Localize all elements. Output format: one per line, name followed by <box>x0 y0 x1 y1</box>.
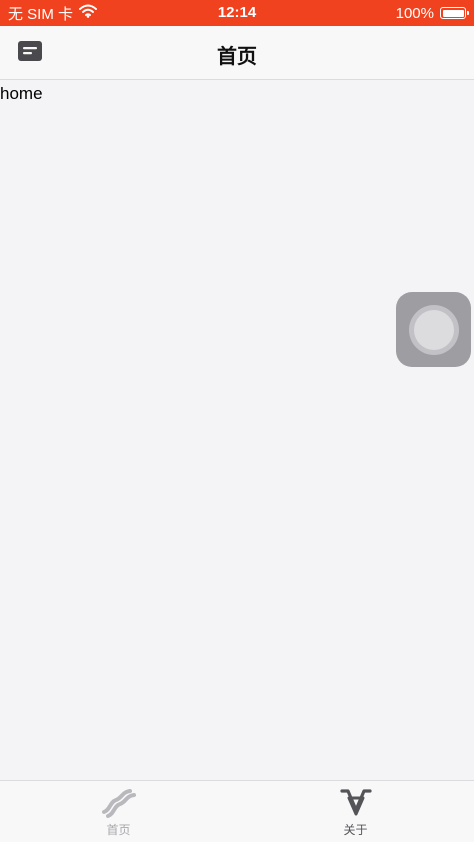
about-v-icon <box>336 787 376 819</box>
tab-home[interactable]: 首页 <box>0 781 237 842</box>
nav-bar: 首页 <box>0 26 474 80</box>
battery-percent: 100% <box>395 4 434 22</box>
status-bar: 无 SIM 卡 12:14 100% <box>0 0 474 26</box>
home-wave-icon <box>99 787 139 819</box>
page-title: 首页 <box>217 44 257 68</box>
main-content: home <box>0 80 474 780</box>
tab-about[interactable]: 关于 <box>237 781 474 842</box>
assistive-touch-icon <box>408 304 459 355</box>
tab-bar: 首页 关于 <box>0 780 474 842</box>
tab-home-label: 首页 <box>106 823 131 837</box>
tab-about-label: 关于 <box>343 823 368 837</box>
battery-icon <box>440 7 469 19</box>
status-right: 100% <box>395 4 469 22</box>
assistive-touch-button[interactable] <box>396 292 471 367</box>
home-text: home <box>0 84 43 103</box>
